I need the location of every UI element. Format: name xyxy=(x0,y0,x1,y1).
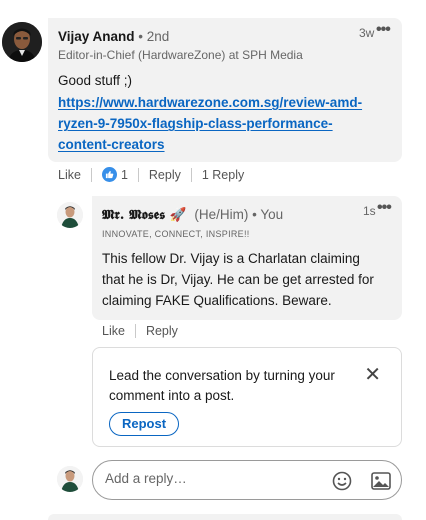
like-reaction-icon[interactable] xyxy=(101,167,117,182)
comment-link-line-1[interactable]: https://www.hardwarezone.com.sg/review-a… xyxy=(58,95,362,110)
current-user-avatar[interactable] xyxy=(57,466,83,492)
repost-suggestion-text: Lead the conversation by turning your co… xyxy=(109,366,357,406)
comment-link-cont[interactable]: ryzen-9-7950x-flagship-class-performance… xyxy=(58,116,333,131)
reply-text-line-2: that he is Dr, Vijay. He can be get arre… xyxy=(102,272,374,287)
comment-author-name[interactable]: Vijay Anand xyxy=(58,29,135,44)
comment-link-line-3[interactable]: content-creators xyxy=(58,137,165,152)
comment-text: Good stuff ;) xyxy=(58,73,133,88)
reply-author-pronouns: (He/Him) • You xyxy=(194,207,284,222)
reply-author-name[interactable]: 𝕸𝖗. 𝕸𝖔𝖘𝖊𝖘 🚀 xyxy=(102,207,187,223)
comment-link-line-2[interactable]: ryzen-9-7950x-flagship-class-performance… xyxy=(58,116,333,131)
reply-reply-button[interactable]: Reply xyxy=(146,324,178,338)
close-icon[interactable]: ✕ xyxy=(364,362,381,387)
avatar-mr-moses[interactable] xyxy=(57,202,83,228)
reply-text-line-1: This fellow Dr. Vijay is a Charlatan cla… xyxy=(102,251,360,266)
comment-author-headline: Editor-in-Chief (HardwareZone) at SPH Me… xyxy=(58,48,303,62)
like-button[interactable]: Like xyxy=(58,168,81,182)
repost-suggestion-card: Lead the conversation by turning your co… xyxy=(92,347,402,447)
replies-count[interactable]: 1 Reply xyxy=(202,168,244,182)
more-options-icon[interactable]: ••• xyxy=(376,21,391,39)
comment-link-end[interactable]: content-creators xyxy=(58,137,165,152)
comment-link[interactable]: https://www.hardwarezone.com.sg/review-a… xyxy=(58,95,362,110)
comment-actions: Like 1 Reply 1 Reply xyxy=(58,167,244,182)
reply-more-options-icon[interactable]: ••• xyxy=(377,199,392,217)
repost-button[interactable]: Repost xyxy=(109,412,180,436)
comment-timestamp: 3w xyxy=(359,26,375,40)
comment-author-line: Vijay Anand • 2nd xyxy=(58,28,169,46)
divider xyxy=(137,167,139,182)
reply-bubble: 𝕸𝖗. 𝕸𝖔𝖘𝖊𝖘 🚀 (He/Him) • You INNOVATE, CON… xyxy=(92,196,402,320)
divider xyxy=(134,324,136,338)
reply-actions: Like Reply xyxy=(102,324,178,338)
emoji-icon[interactable] xyxy=(331,470,353,492)
next-comment-edge xyxy=(48,514,402,520)
divider xyxy=(190,167,192,182)
reply-input[interactable] xyxy=(105,471,325,486)
reply-input-box[interactable] xyxy=(92,460,402,500)
reply-text-line-3: claiming FAKE Qualifications. Beware. xyxy=(102,293,332,308)
reply-author-headline: INNOVATE, CONNECT, INSPIRE!! xyxy=(102,229,250,239)
reply-button[interactable]: Reply xyxy=(149,168,181,182)
avatar-vijay-anand[interactable] xyxy=(2,22,42,62)
reply-like-button[interactable]: Like xyxy=(102,324,125,338)
comment-bubble: Vijay Anand • 2nd Editor-in-Chief (Hardw… xyxy=(48,18,402,162)
image-icon[interactable] xyxy=(370,470,392,492)
connection-degree: • 2nd xyxy=(138,29,170,44)
reaction-count[interactable]: 1 xyxy=(121,168,128,182)
divider xyxy=(90,167,92,182)
repost-text-line-2: comment into a post. xyxy=(109,388,235,403)
repost-text-line-1: Lead the conversation by turning your xyxy=(109,368,335,383)
reply-author-line: 𝕸𝖗. 𝕸𝖔𝖘𝖊𝖘 🚀 (He/Him) • You xyxy=(102,206,283,224)
reply-timestamp: 1s xyxy=(363,204,376,218)
